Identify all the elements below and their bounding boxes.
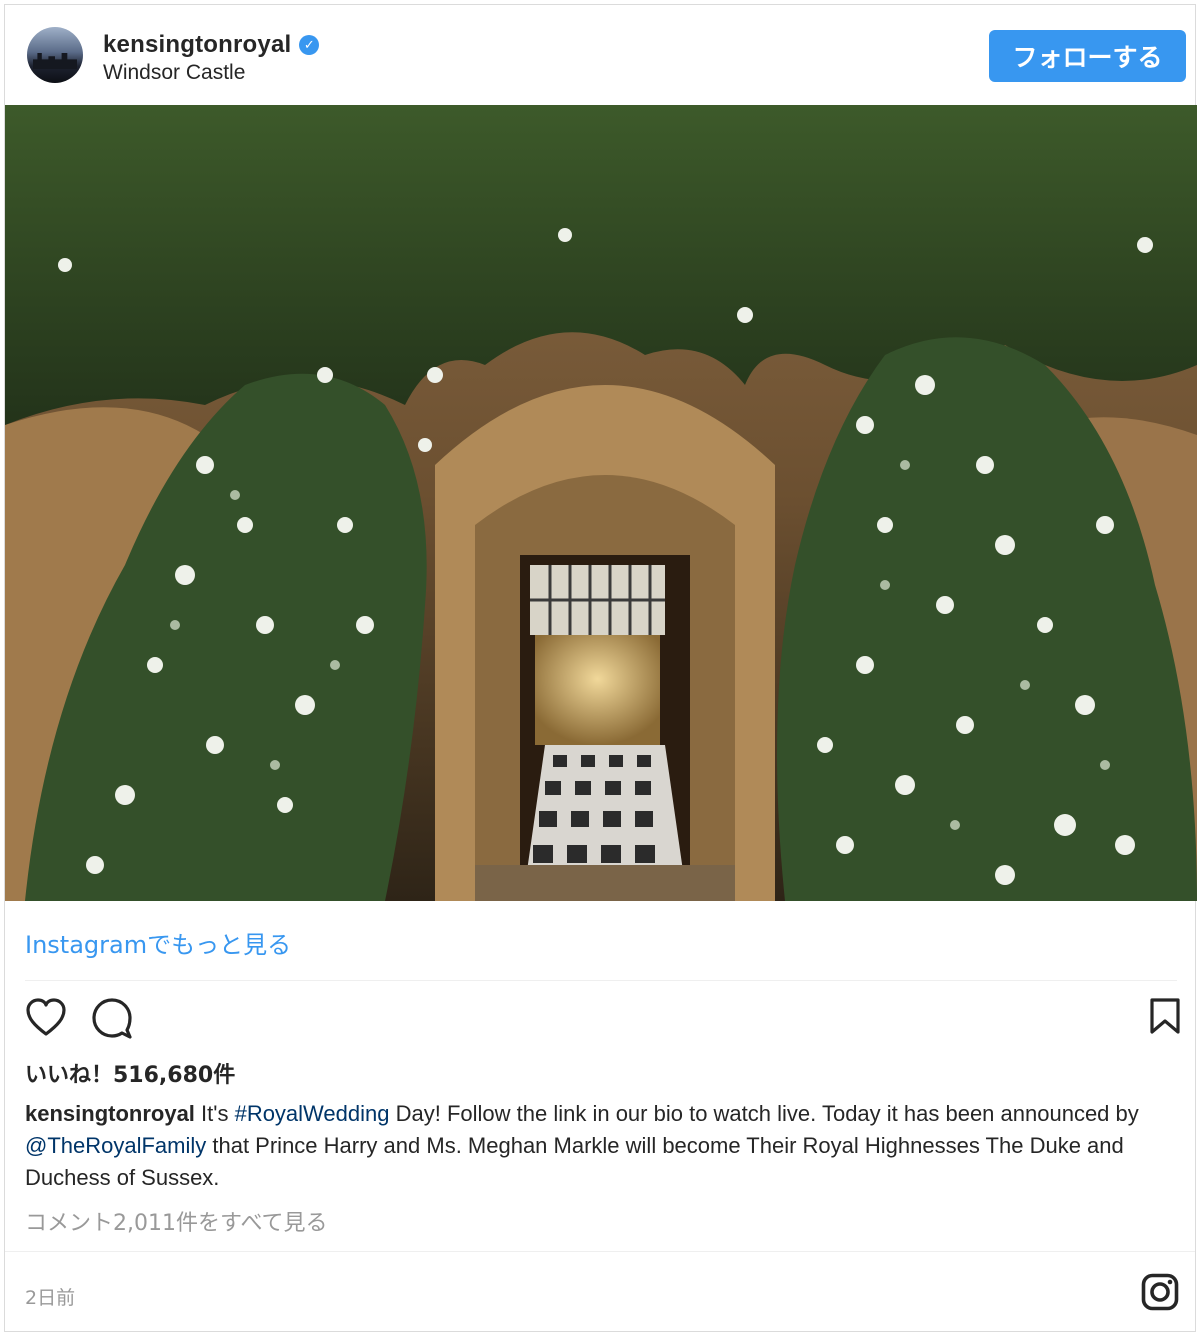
post-header: kensingtonroyal ✓ Windsor Castle フォローする [5, 5, 1195, 105]
heart-icon[interactable] [25, 997, 67, 1037]
comment-icon[interactable] [91, 997, 133, 1039]
caption-username[interactable]: kensingtonroyal [25, 1101, 195, 1126]
caption-text-2: Day! Follow the link in our bio to watch… [389, 1101, 1139, 1126]
post-timestamp[interactable]: 2日前 [25, 1283, 75, 1310]
like-count[interactable]: いいね！516,680件 [25, 1057, 235, 1089]
follow-button[interactable]: フォローする [989, 30, 1186, 82]
instagram-embed-card: kensingtonroyal ✓ Windsor Castle フォローする [4, 4, 1197, 1332]
username[interactable]: kensingtonroyal [103, 31, 291, 59]
username-row: kensingtonroyal ✓ [103, 31, 320, 59]
hashtag-link[interactable]: #RoyalWedding [235, 1101, 390, 1126]
bookmark-icon[interactable] [1149, 997, 1181, 1035]
chapel-floral-arch-image [5, 105, 1197, 901]
avatar[interactable] [27, 27, 83, 83]
instagram-logo-icon[interactable] [1141, 1273, 1179, 1311]
post-caption: kensingtonroyal It's #RoyalWedding Day! … [25, 1098, 1155, 1194]
post-image[interactable] [5, 105, 1197, 901]
location-link[interactable]: Windsor Castle [103, 61, 245, 85]
verified-badge-icon: ✓ [299, 35, 320, 55]
view-all-comments-link[interactable]: コメント2,011件をすべて見る [25, 1205, 328, 1237]
divider [5, 1251, 1195, 1252]
view-more-on-instagram-link[interactable]: Instagramでもっと見る [25, 925, 291, 960]
divider [25, 980, 1177, 981]
action-bar [5, 993, 1195, 1045]
caption-text-1: It's [194, 1101, 235, 1126]
mention-link[interactable]: @TheRoyalFamily [25, 1133, 206, 1158]
